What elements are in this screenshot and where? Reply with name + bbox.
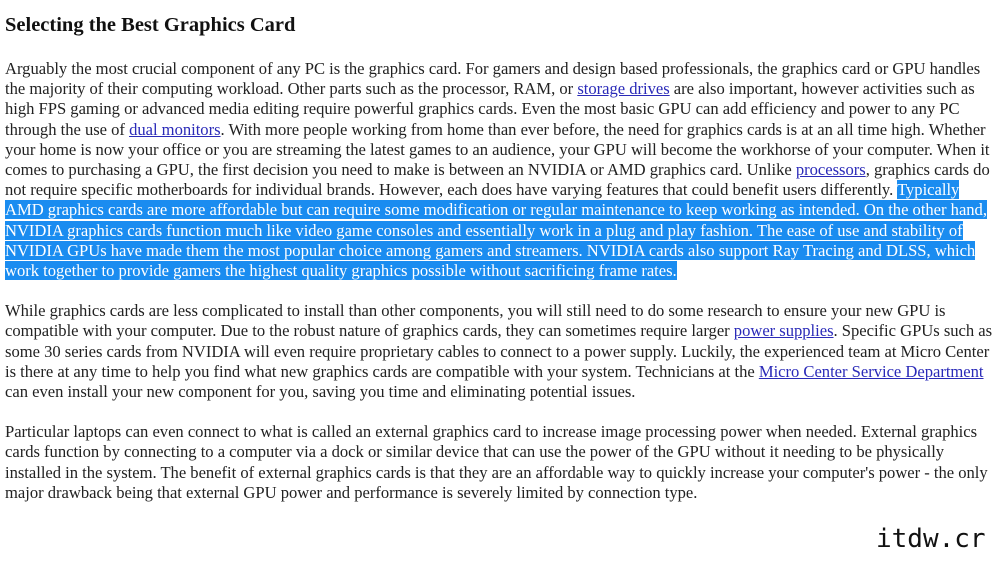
power-supplies-link[interactable]: power supplies [734, 321, 834, 340]
paragraph-installation: While graphics cards are less complicate… [5, 301, 997, 402]
paragraph-text: Particular laptops can even connect to w… [5, 422, 988, 502]
paragraph-text: can even install your new component for … [5, 382, 636, 402]
processors-link[interactable]: processors [796, 160, 866, 179]
watermark: itdw.cr [876, 524, 986, 554]
storage-drives-link[interactable]: storage drives [577, 79, 669, 98]
article-title: Selecting the Best Graphics Card [5, 14, 296, 36]
article: Selecting the Best Graphics Card Arguabl… [5, 0, 997, 503]
service-department-link[interactable]: Micro Center Service Department [759, 362, 984, 381]
paragraph-external-gpu: Particular laptops can even connect to w… [5, 422, 997, 503]
paragraph-gpu-intro: Arguably the most crucial component of a… [5, 59, 997, 281]
dual-monitors-link[interactable]: dual monitors [129, 120, 220, 139]
